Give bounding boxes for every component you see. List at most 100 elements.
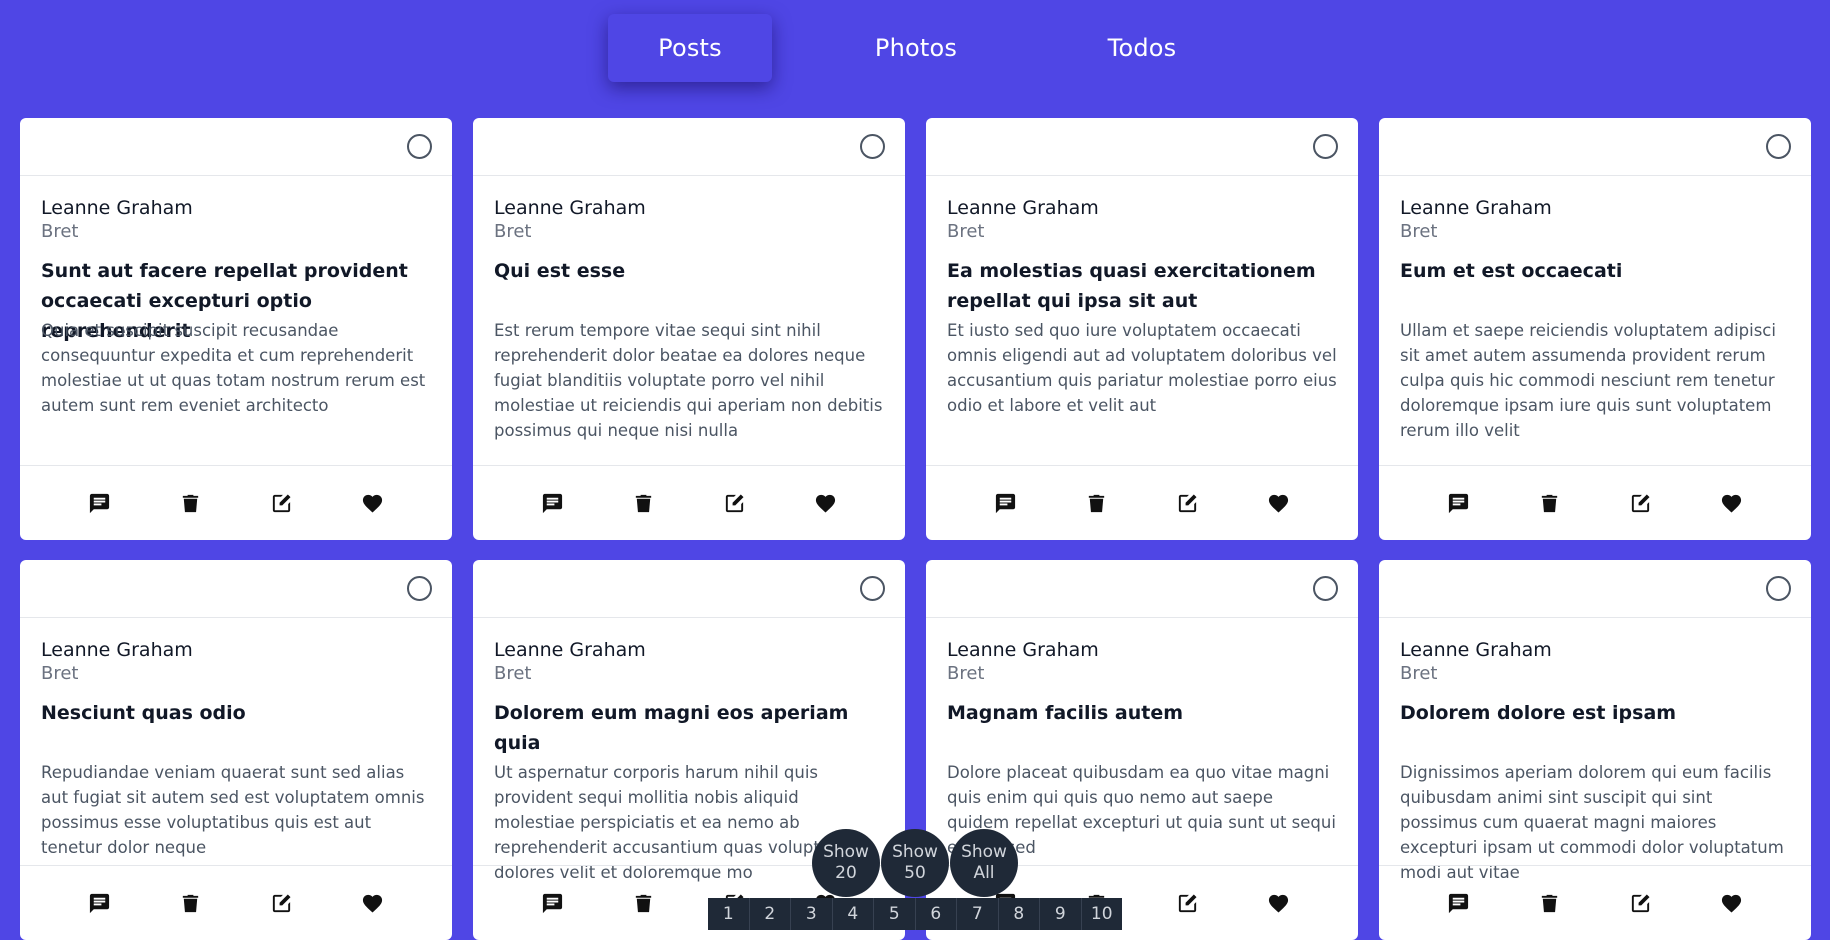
trash-icon[interactable] [1538,492,1561,515]
trash-icon[interactable] [632,492,655,515]
page-2-button[interactable]: 2 [750,898,791,930]
post-title: Dolorem dolore est ipsam [1400,702,1677,724]
comment-icon[interactable] [1447,492,1470,515]
show-all-button[interactable]: Show All [950,829,1018,897]
page-9-button[interactable]: 9 [1040,898,1082,930]
tab-todos[interactable]: Todos [1060,14,1224,82]
post-body: Est rerum tempore vitae sequi sint nihil… [494,321,883,440]
heart-icon[interactable] [361,892,384,915]
show-all-count: All [973,863,995,883]
page-10-button[interactable]: 10 [1082,898,1123,930]
comment-icon[interactable] [994,492,1017,515]
heart-icon[interactable] [1267,492,1290,515]
trash-icon[interactable] [632,892,655,915]
post-card: Leanne Graham Bret Nesciunt quas odio Repud… [20,560,452,940]
page-6-button[interactable]: 6 [916,898,957,930]
author-username: Bret [947,221,985,242]
card-body: Leanne Graham Bret Nesciunt quas odio Repud… [20,618,452,885]
author-name: Leanne Graham [494,197,646,219]
author-username: Bret [494,221,532,242]
comment-icon[interactable] [541,492,564,515]
select-checkbox[interactable] [1766,134,1791,159]
page-5-button[interactable]: 5 [874,898,916,930]
author-username: Bret [1400,663,1438,684]
post-card: Leanne Graham Bret Sunt aut facere repella… [20,118,452,540]
select-checkbox[interactable] [860,576,885,601]
comment-icon[interactable] [1447,892,1470,915]
select-checkbox[interactable] [1313,134,1338,159]
card-header [20,560,452,618]
author-username: Bret [41,663,79,684]
card-actions [1379,865,1811,940]
select-checkbox[interactable] [407,134,432,159]
trash-icon[interactable] [179,892,202,915]
page-7-button[interactable]: 7 [957,898,999,930]
show-20-button[interactable]: Show 20 [812,829,880,897]
author-username: Bret [494,663,532,684]
post-body: Quia et suscipit suscipit recusandae con… [41,321,426,415]
select-checkbox[interactable] [407,576,432,601]
trash-icon[interactable] [1085,492,1108,515]
post-title: Nesciunt quas odio [41,702,246,724]
page-1-button[interactable]: 1 [708,898,750,930]
edit-icon[interactable] [1176,492,1199,515]
show-50-button[interactable]: Show 50 [881,829,949,897]
card-actions [1379,465,1811,540]
card-body: Leanne Graham Bret Sunt aut facere repella… [20,176,452,443]
post-title: Ea molestias quasi exercitationem repell… [947,260,1316,312]
author-username: Bret [41,221,79,242]
edit-icon[interactable] [270,892,293,915]
card-body: Leanne Graham Bret Qui est esse Est rerum t… [473,176,905,443]
select-checkbox[interactable] [1313,576,1338,601]
heart-icon[interactable] [361,492,384,515]
show-20-label: Show [823,842,869,862]
author-name: Leanne Graham [494,639,646,661]
show-50-label: Show [892,842,938,862]
show-all-label: Show [961,842,1007,862]
card-header [926,560,1358,618]
select-checkbox[interactable] [860,134,885,159]
card-header [1379,560,1811,618]
page-8-button[interactable]: 8 [999,898,1040,930]
heart-icon[interactable] [814,492,837,515]
select-checkbox[interactable] [1766,576,1791,601]
card-header [473,560,905,618]
post-card: Leanne Graham Bret Dolorem dolore est ipsa… [1379,560,1811,940]
tab-photos[interactable]: Photos [834,14,998,82]
card-body: Leanne Graham Bret Eum et est occaecati Ull… [1379,176,1811,443]
post-title: Sunt aut facere repellat provident occae… [41,260,408,342]
tab-posts[interactable]: Posts [608,14,772,82]
author-name: Leanne Graham [947,197,1099,219]
card-actions [20,865,452,940]
edit-icon[interactable] [1629,492,1652,515]
comment-icon[interactable] [541,892,564,915]
pagination: 1 2 3 4 5 6 7 8 9 10 [708,898,1122,930]
heart-icon[interactable] [1720,892,1743,915]
comment-icon[interactable] [88,492,111,515]
page-4-button[interactable]: 4 [833,898,874,930]
card-header [926,118,1358,176]
page-3-button[interactable]: 3 [791,898,833,930]
post-title: Eum et est occaecati [1400,260,1623,282]
trash-icon[interactable] [179,492,202,515]
top-tabs: Posts Photos Todos [0,14,1830,82]
card-body: Leanne Graham Bret Dolorem dolore est ipsa… [1379,618,1811,885]
trash-icon[interactable] [1538,892,1561,915]
card-actions [926,465,1358,540]
card-header [1379,118,1811,176]
post-body: Et iusto sed quo iure voluptatem occaeca… [947,321,1337,415]
edit-icon[interactable] [723,492,746,515]
comment-icon[interactable] [88,892,111,915]
edit-icon[interactable] [270,492,293,515]
post-card: Leanne Graham Bret Qui est esse Est rerum t… [473,118,905,540]
card-actions [473,465,905,540]
heart-icon[interactable] [1267,892,1290,915]
post-title: Dolorem eum magni eos aperiam quia [494,702,849,754]
show-50-count: 50 [904,863,926,883]
edit-icon[interactable] [1629,892,1652,915]
author-name: Leanne Graham [1400,639,1552,661]
edit-icon[interactable] [1176,892,1199,915]
heart-icon[interactable] [1720,492,1743,515]
card-body: Leanne Graham Bret Ea molestias quasi exer… [926,176,1358,443]
author-name: Leanne Graham [41,639,193,661]
